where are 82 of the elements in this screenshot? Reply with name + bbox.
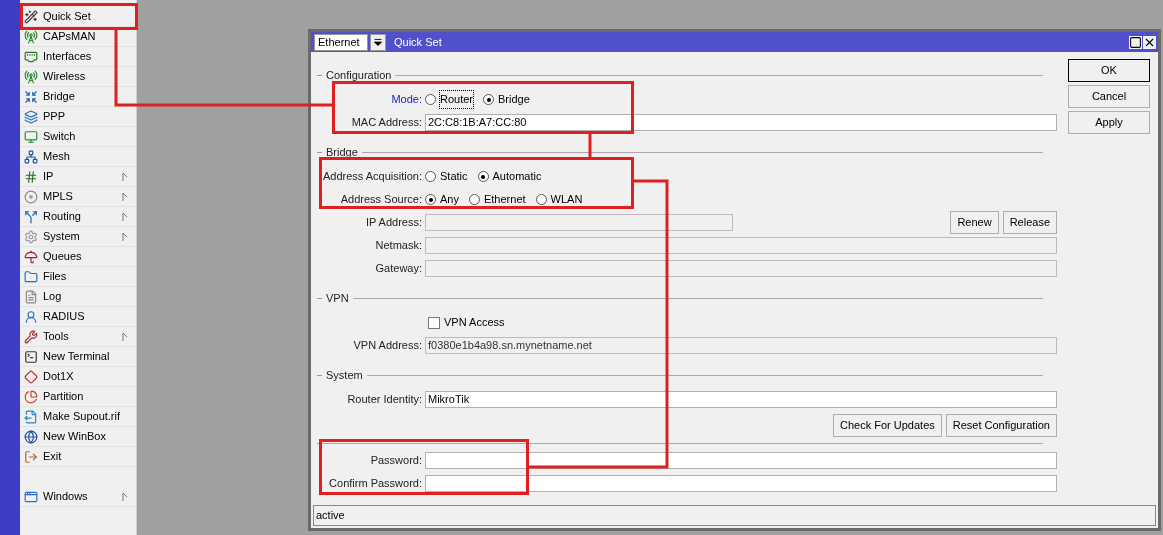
input-field[interactable]: MikroTik xyxy=(425,391,1057,408)
radio-option[interactable]: WLAN xyxy=(535,191,583,208)
submenu-arrow-icon xyxy=(122,171,128,182)
document-icon xyxy=(24,289,38,304)
menu-item[interactable]: Quick Set xyxy=(20,7,136,27)
user-icon xyxy=(24,309,38,324)
section-title: VPN xyxy=(326,290,349,306)
connector-line xyxy=(588,134,592,157)
field-label: Gateway: xyxy=(374,261,423,277)
split-arrows-icon xyxy=(24,209,38,224)
submenu-arrow-icon xyxy=(122,231,128,242)
input-field[interactable]: 2C:C8:1B:A7:CC:80 xyxy=(425,114,1057,131)
field-label: Confirm Password: xyxy=(328,476,423,492)
umbrella-icon xyxy=(24,249,38,264)
field-label: Mode: xyxy=(390,92,423,108)
menu-item[interactable]: Tools xyxy=(20,327,136,347)
section-title: Bridge xyxy=(326,144,358,160)
gear-icon xyxy=(24,229,38,244)
radio-option[interactable]: Automatic xyxy=(477,168,542,185)
menu-item[interactable]: Wireless xyxy=(20,67,136,87)
submenu-arrow-icon xyxy=(122,491,128,502)
field-label: Address Acquisition: xyxy=(321,169,423,185)
section-title: System xyxy=(326,367,363,383)
wrench-icon xyxy=(24,329,38,344)
menu-item[interactable]: Dot1X xyxy=(20,367,136,387)
close-icon[interactable] xyxy=(1143,35,1156,49)
field-label: Password: xyxy=(369,453,423,469)
radio-option[interactable]: Static xyxy=(425,168,468,185)
field-label: Address Source: xyxy=(339,192,423,208)
button[interactable]: Check For Updates xyxy=(833,414,942,437)
radio-option[interactable]: Any xyxy=(425,191,459,208)
submenu-arrow-icon xyxy=(122,191,128,202)
exit-icon xyxy=(24,449,38,464)
folder-icon xyxy=(24,269,38,284)
field-label: Router Identity: xyxy=(346,392,423,408)
antenna-icon xyxy=(24,29,38,44)
window-title: Quick Set xyxy=(394,34,442,50)
maximize-icon[interactable] xyxy=(1129,35,1142,49)
hash-icon xyxy=(24,169,38,184)
button[interactable]: Cancel xyxy=(1068,85,1150,108)
button[interactable]: OK xyxy=(1068,59,1150,82)
field-label: VPN Address: xyxy=(352,338,423,354)
submenu-arrow-icon xyxy=(122,331,128,342)
button[interactable]: Apply xyxy=(1068,111,1150,134)
dropdown-icon[interactable] xyxy=(370,33,386,51)
terminal-icon xyxy=(24,349,38,364)
menu-item[interactable]: Log xyxy=(20,287,136,307)
window-icon xyxy=(24,489,38,504)
arrows-icon xyxy=(24,89,38,104)
diamond-icon xyxy=(24,369,38,384)
pie-icon xyxy=(24,389,38,404)
submenu-arrow-icon xyxy=(122,211,128,222)
field-label: MAC Address: xyxy=(350,115,423,131)
status-text: active xyxy=(316,508,345,524)
menu-item[interactable]: PPP xyxy=(20,107,136,127)
checkbox-option[interactable]: VPN Access xyxy=(428,314,505,331)
port-icon xyxy=(24,49,38,64)
radio-option[interactable]: Ethernet xyxy=(468,191,526,208)
interface-select[interactable]: Ethernet xyxy=(314,33,368,51)
field-label: IP Address: xyxy=(364,215,423,231)
menu-item[interactable]: Mesh xyxy=(20,147,136,167)
globe-icon xyxy=(24,429,38,444)
menu-item[interactable]: System xyxy=(20,227,136,247)
menu-item[interactable]: MPLS xyxy=(20,187,136,207)
field-label: Netmask: xyxy=(374,238,423,254)
input-field[interactable] xyxy=(425,475,1057,492)
antenna-icon xyxy=(24,69,38,84)
wand-icon xyxy=(24,9,38,24)
file-icon xyxy=(24,409,38,424)
menu-item[interactable]: New WinBox xyxy=(20,427,136,447)
network-icon xyxy=(24,149,38,164)
disc-icon xyxy=(24,189,38,204)
section-title: Configuration xyxy=(326,67,392,83)
radio-option[interactable]: Bridge xyxy=(483,91,530,108)
layers-icon xyxy=(24,109,38,124)
menu-item[interactable]: Make Supout.rif xyxy=(20,407,136,427)
monitor-icon xyxy=(24,129,38,144)
menu-item[interactable]: Partition xyxy=(20,387,136,407)
radio-option[interactable]: Router xyxy=(425,91,474,108)
button[interactable]: Reset Configuration xyxy=(945,414,1057,437)
input-field[interactable] xyxy=(425,452,1057,469)
menu-item[interactable]: Queues xyxy=(20,247,136,267)
